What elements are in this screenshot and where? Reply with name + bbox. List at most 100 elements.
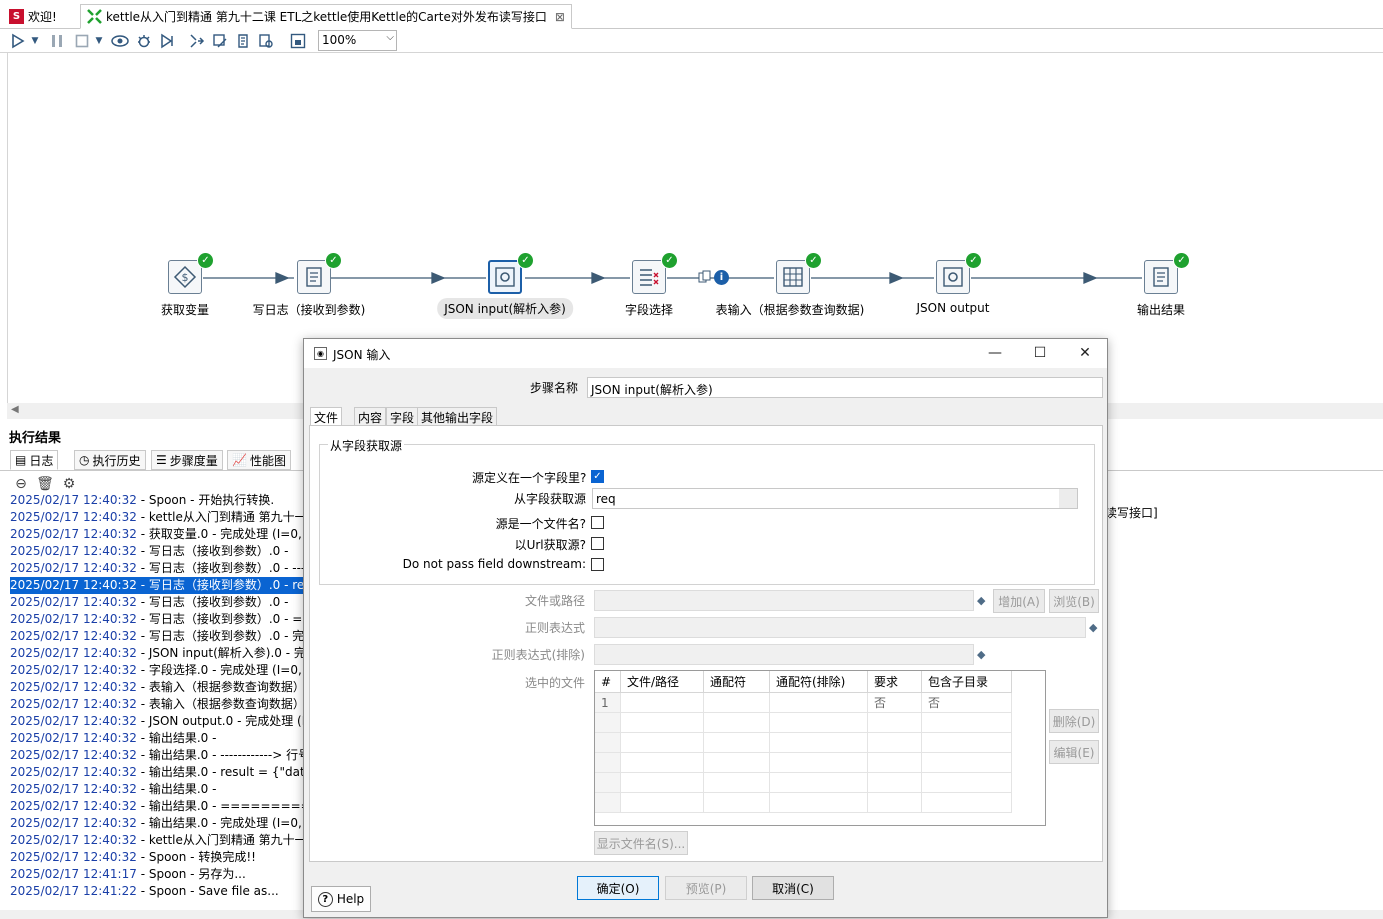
table-cell[interactable] — [770, 713, 868, 733]
table-cell[interactable] — [621, 753, 704, 773]
pause-icon[interactable] — [47, 31, 67, 51]
table-cell[interactable] — [595, 733, 621, 753]
clear-log-icon[interactable]: ⊖ — [12, 475, 30, 493]
step-json-input[interactable] — [488, 260, 522, 294]
help-button[interactable]: ? Help — [311, 886, 371, 912]
log-line[interactable]: 2025/02/17 12:40:32 - JSON output.0 - 完成… — [10, 713, 306, 730]
table-cell[interactable] — [770, 753, 868, 773]
table-cell[interactable] — [621, 733, 704, 753]
explore-db-icon[interactable] — [256, 31, 276, 51]
add-file-button[interactable]: 增加(A) — [993, 589, 1045, 613]
log-line[interactable]: 2025/02/17 12:40:32 - JSON input(解析入参).0… — [10, 645, 306, 662]
tab-file[interactable]: 文件 — [310, 407, 343, 426]
tab-fields[interactable]: 字段 — [386, 407, 419, 426]
log-line[interactable]: 2025/02/17 12:40:32 - 字段选择.0 - 完成处理 (I=0… — [10, 662, 306, 679]
close-icon[interactable]: ✕ — [1070, 343, 1100, 363]
maximize-icon[interactable]: ☐ — [1025, 343, 1055, 363]
cancel-button[interactable]: 取消(C) — [752, 876, 834, 900]
stop-icon[interactable] — [72, 31, 92, 51]
table-cell[interactable] — [595, 793, 621, 813]
log-line[interactable]: 2025/02/17 12:41:22 - Spoon - Save file … — [10, 883, 306, 900]
regex-input[interactable] — [594, 617, 1086, 638]
show-results-icon[interactable] — [288, 31, 308, 51]
log-line[interactable]: 2025/02/17 12:40:32 - kettle从入门到精通 第九十一课 — [10, 832, 306, 849]
src-field-select[interactable]: req — [592, 488, 1078, 509]
no-pass-downstream-checkbox[interactable] — [591, 558, 604, 571]
table-cell[interactable]: 否 — [868, 693, 922, 713]
edit-button[interactable]: 编辑(E) — [1049, 740, 1099, 764]
tab-content[interactable]: 内容 — [354, 407, 387, 426]
step-table-input[interactable] — [776, 260, 810, 294]
table-cell[interactable] — [621, 693, 704, 713]
table-cell[interactable]: 1 — [595, 693, 621, 713]
impact-icon[interactable] — [210, 31, 230, 51]
table-header[interactable]: 通配符(排除) — [770, 671, 868, 693]
table-cell[interactable] — [770, 693, 868, 713]
log-line[interactable]: 2025/02/17 12:40:32 - 写日志（接收到参数）.0 - — [10, 594, 306, 611]
file-path-input[interactable] — [594, 590, 974, 611]
close-tab-icon[interactable]: ⊠ — [555, 10, 565, 24]
table-cell[interactable] — [922, 753, 1012, 773]
table-cell[interactable] — [621, 773, 704, 793]
step-output-result[interactable] — [1144, 260, 1178, 294]
table-cell[interactable] — [868, 753, 922, 773]
log-line[interactable]: 2025/02/17 12:40:32 - 写日志（接收到参数）.0 - — [10, 543, 306, 560]
verify-icon[interactable] — [187, 31, 207, 51]
log-line[interactable]: 2025/02/17 12:40:32 - kettle从入门到精通 第九十一课 — [10, 509, 306, 526]
table-cell[interactable] — [770, 793, 868, 813]
step-select-values[interactable] — [632, 260, 666, 294]
trash-icon[interactable]: 🗑 — [36, 475, 54, 493]
table-cell[interactable] — [868, 793, 922, 813]
results-tab-history[interactable]: ◷ 执行历史 — [74, 450, 146, 470]
table-cell[interactable] — [868, 733, 922, 753]
step-name-input[interactable]: JSON input(解析入参) — [587, 377, 1103, 398]
table-cell[interactable] — [922, 733, 1012, 753]
table-cell[interactable] — [595, 713, 621, 733]
table-cell[interactable] — [621, 793, 704, 813]
zoom-select[interactable]: 100% ⌵ — [318, 30, 397, 51]
browse-button[interactable]: 浏览(B) — [1049, 589, 1099, 613]
step-get-variables[interactable]: $ — [168, 260, 202, 294]
log-line[interactable]: 2025/02/17 12:40:32 - 表输入（根据参数查询数据）. — [10, 679, 306, 696]
run-icon[interactable] — [8, 31, 28, 51]
table-header[interactable]: 文件/路径 — [621, 671, 704, 693]
preview-icon[interactable] — [110, 31, 130, 51]
run-options-dropdown-icon[interactable]: ▼ — [29, 31, 41, 51]
delete-button[interactable]: 删除(D) — [1049, 709, 1099, 733]
tab-transformation[interactable]: kettle从入门到精通 第九十二课 ETL之kettle使用Kettle的Ca… — [80, 4, 572, 29]
log-line[interactable]: 2025/02/17 12:40:32 - 输出结果.0 - — [10, 730, 306, 747]
table-cell[interactable] — [770, 773, 868, 793]
log-line[interactable]: 2025/02/17 12:40:32 - Spoon - 转换完成!! — [10, 849, 306, 866]
dropdown-button[interactable] — [1059, 489, 1077, 508]
table-cell[interactable] — [704, 773, 770, 793]
tab-welcome[interactable]: S 欢迎! — [3, 4, 63, 29]
src-is-file-checkbox[interactable] — [591, 516, 604, 529]
table-cell[interactable] — [922, 793, 1012, 813]
table-cell[interactable] — [595, 773, 621, 793]
preview-button[interactable]: 预览(P) — [665, 876, 747, 900]
log-line[interactable]: 2025/02/17 12:40:32 - 输出结果.0 - result = … — [10, 764, 306, 781]
log-line[interactable]: 2025/02/17 12:40:32 - 表输入（根据参数查询数据）. — [10, 696, 306, 713]
replay-icon[interactable] — [157, 31, 177, 51]
sql-icon[interactable] — [233, 31, 253, 51]
log-line[interactable]: 2025/02/17 12:40:32 - 写日志（接收到参数）.0 - req — [10, 577, 306, 594]
table-cell[interactable] — [868, 713, 922, 733]
log-line[interactable]: 2025/02/17 12:40:32 - 写日志（接收到参数）.0 - 完成 — [10, 628, 306, 645]
ok-button[interactable]: 确定(O) — [577, 876, 659, 900]
tab-other-output-fields[interactable]: 其他输出字段 — [417, 407, 498, 426]
log-line[interactable]: 2025/02/17 12:40:32 - 写日志（接收到参数）.0 - === — [10, 611, 306, 628]
table-header[interactable]: 包含子目录 — [922, 671, 1012, 693]
log-line[interactable]: 2025/02/17 12:40:32 - 输出结果.0 - ---------… — [10, 747, 306, 764]
table-header[interactable]: 要求 — [868, 671, 922, 693]
minimize-icon[interactable]: — — [980, 343, 1010, 363]
table-cell[interactable] — [595, 753, 621, 773]
log-line[interactable]: 2025/02/17 12:40:32 - 写日志（接收到参数）.0 - --- — [10, 560, 306, 577]
results-tab-step-metrics[interactable]: ☰ 步骤度量 — [151, 450, 223, 470]
gear-icon[interactable]: ⚙ — [60, 475, 78, 493]
log-line[interactable]: 2025/02/17 12:40:32 - 输出结果.0 - — [10, 781, 306, 798]
table-cell[interactable] — [922, 713, 1012, 733]
read-url-checkbox[interactable] — [591, 537, 604, 550]
table-cell[interactable] — [704, 733, 770, 753]
results-tab-performance[interactable]: 📈 性能图 — [227, 450, 291, 470]
debug-icon[interactable] — [134, 31, 154, 51]
